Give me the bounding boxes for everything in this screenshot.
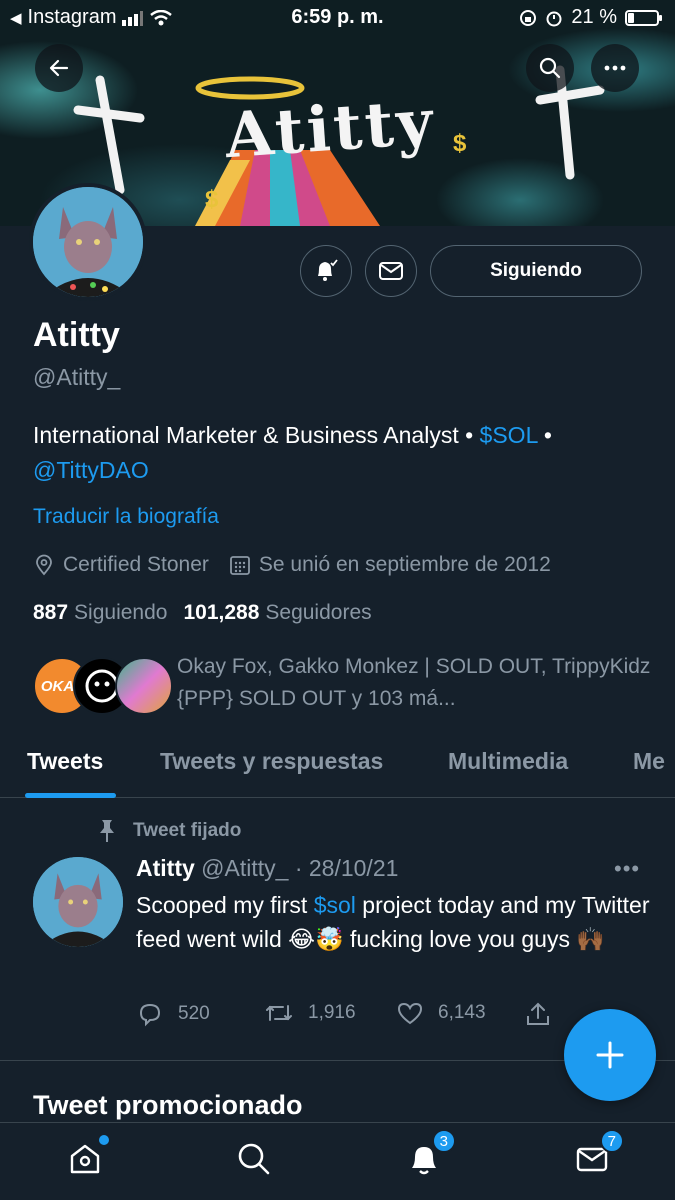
tweet-author-name[interactable]: Atitty <box>136 855 195 881</box>
following-stat[interactable]: 887 Siguiendo <box>33 601 167 625</box>
envelope-icon <box>379 262 403 280</box>
tweet-actions: 520 1,916 6,143 <box>136 1000 566 1030</box>
status-bar: ◀ Instagram 6:59 p. m. 21 % <box>0 0 675 36</box>
tweet-cashtag-link[interactable]: $sol <box>314 892 356 918</box>
more-options-button[interactable] <box>591 44 639 92</box>
tweet-header: Atitty @Atitty_ · 28/10/21 <box>136 855 398 882</box>
followers-you-know-text[interactable]: Okay Fox, Gakko Monkez | SOLD OUT, Tripp… <box>177 651 657 715</box>
bio-separator: • <box>537 422 552 448</box>
nav-messages[interactable]: 7 <box>572 1129 624 1179</box>
followers-label: Seguidores <box>265 601 372 624</box>
profile-avatar[interactable] <box>29 183 147 301</box>
bottom-navigation: 3 7 <box>0 1122 675 1200</box>
profile-meta: Certified Stoner Se unió en septiembre d… <box>33 553 571 577</box>
tab-media[interactable]: Multimedia <box>448 748 568 775</box>
promoted-tweet-heading: Tweet promocionado <box>33 1090 303 1120</box>
trippykidz-avatar <box>115 657 173 715</box>
bio-mention-link[interactable]: @TittyDAO <box>33 457 149 483</box>
nav-home[interactable] <box>65 1135 109 1179</box>
tab-tweets[interactable]: Tweets <box>27 748 103 775</box>
message-button[interactable] <box>365 245 417 297</box>
home-new-content-dot <box>99 1135 109 1145</box>
cat-avatar-image <box>33 187 143 297</box>
profile-name: Atitty <box>33 316 120 354</box>
tweet-text-start: Scooped my first <box>136 892 314 918</box>
pin-icon <box>100 820 114 842</box>
battery-icon <box>625 9 662 26</box>
profile-joined-date: Se unió en septiembre de 2012 <box>258 553 551 576</box>
notifications-toggle-button[interactable] <box>300 245 352 297</box>
location-pin-icon <box>36 554 52 576</box>
more-dots-icon <box>604 65 626 71</box>
home-icon <box>70 1144 100 1174</box>
search-button[interactable] <box>526 44 574 92</box>
reply-button[interactable]: 520 <box>136 1000 210 1028</box>
rotation-lock-icon <box>520 9 537 26</box>
dollar-sign-art: $ <box>453 130 467 157</box>
nav-search[interactable] <box>234 1139 274 1179</box>
profile-tabs: Tweets Tweets y respuestas Multimedia Me <box>0 740 675 798</box>
profile-location: Certified Stoner <box>63 553 209 576</box>
compose-tweet-button[interactable] <box>564 1009 656 1101</box>
translate-bio-link[interactable]: Traducir la biografía <box>33 505 219 529</box>
banner-title-art: Atitty <box>222 84 438 173</box>
share-button[interactable] <box>524 1000 552 1028</box>
tab-likes[interactable]: Me <box>633 748 665 775</box>
nav-notifications[interactable]: 3 <box>404 1129 456 1179</box>
active-tab-indicator <box>25 793 116 798</box>
retweet-count: 1,916 <box>308 1002 356 1023</box>
followers-stat[interactable]: 101,288 Seguidores <box>183 601 371 625</box>
calendar-icon <box>230 556 250 575</box>
bio-text: International Marketer & Business Analys… <box>33 422 480 448</box>
like-count: 6,143 <box>438 1002 486 1023</box>
search-icon <box>539 57 561 79</box>
search-icon <box>238 1143 270 1175</box>
reply-count: 520 <box>178 1003 210 1024</box>
like-button[interactable]: 6,143 <box>396 1000 486 1026</box>
heart-icon <box>397 1002 423 1025</box>
arrow-left-icon <box>49 59 69 77</box>
follow-stats: 887 Siguiendo 101,288 Seguidores <box>33 601 372 625</box>
tweet-more-button[interactable]: ••• <box>614 856 640 882</box>
cat-avatar-image <box>33 857 123 947</box>
notifications-badge: 3 <box>431 1129 456 1153</box>
dollar-sign-art: $ <box>205 186 219 213</box>
profile-handle: @Atitty_ <box>33 364 121 390</box>
plus-icon <box>596 1041 624 1069</box>
profile-bio: International Marketer & Business Analys… <box>33 418 653 488</box>
tweet-handle-date: @Atitty_ · 28/10/21 <box>201 855 399 881</box>
pinned-label: Tweet fijado <box>133 820 242 841</box>
share-icon <box>527 1002 549 1025</box>
back-button[interactable] <box>35 44 83 92</box>
bell-check-icon <box>318 259 338 281</box>
tab-tweets-and-replies[interactable]: Tweets y respuestas <box>160 748 383 775</box>
bio-cashtag-link[interactable]: $SOL <box>480 422 538 448</box>
pinned-indicator: Tweet fijado <box>95 818 241 844</box>
retweet-icon <box>266 1005 292 1021</box>
alarm-icon <box>546 11 562 26</box>
followers-count: 101,288 <box>183 601 260 624</box>
tweet-text[interactable]: Scooped my first $sol project today and … <box>136 888 656 956</box>
tweet-author-avatar[interactable] <box>33 857 123 947</box>
following-count: 887 <box>33 601 69 624</box>
battery-percent: 21 % <box>571 6 617 28</box>
following-button[interactable]: Siguiendo <box>430 245 642 297</box>
reply-bubble-icon <box>139 1003 161 1027</box>
retweet-button[interactable]: 1,916 <box>264 1000 356 1026</box>
following-label: Siguiendo <box>74 601 168 624</box>
messages-badge: 7 <box>599 1129 624 1153</box>
